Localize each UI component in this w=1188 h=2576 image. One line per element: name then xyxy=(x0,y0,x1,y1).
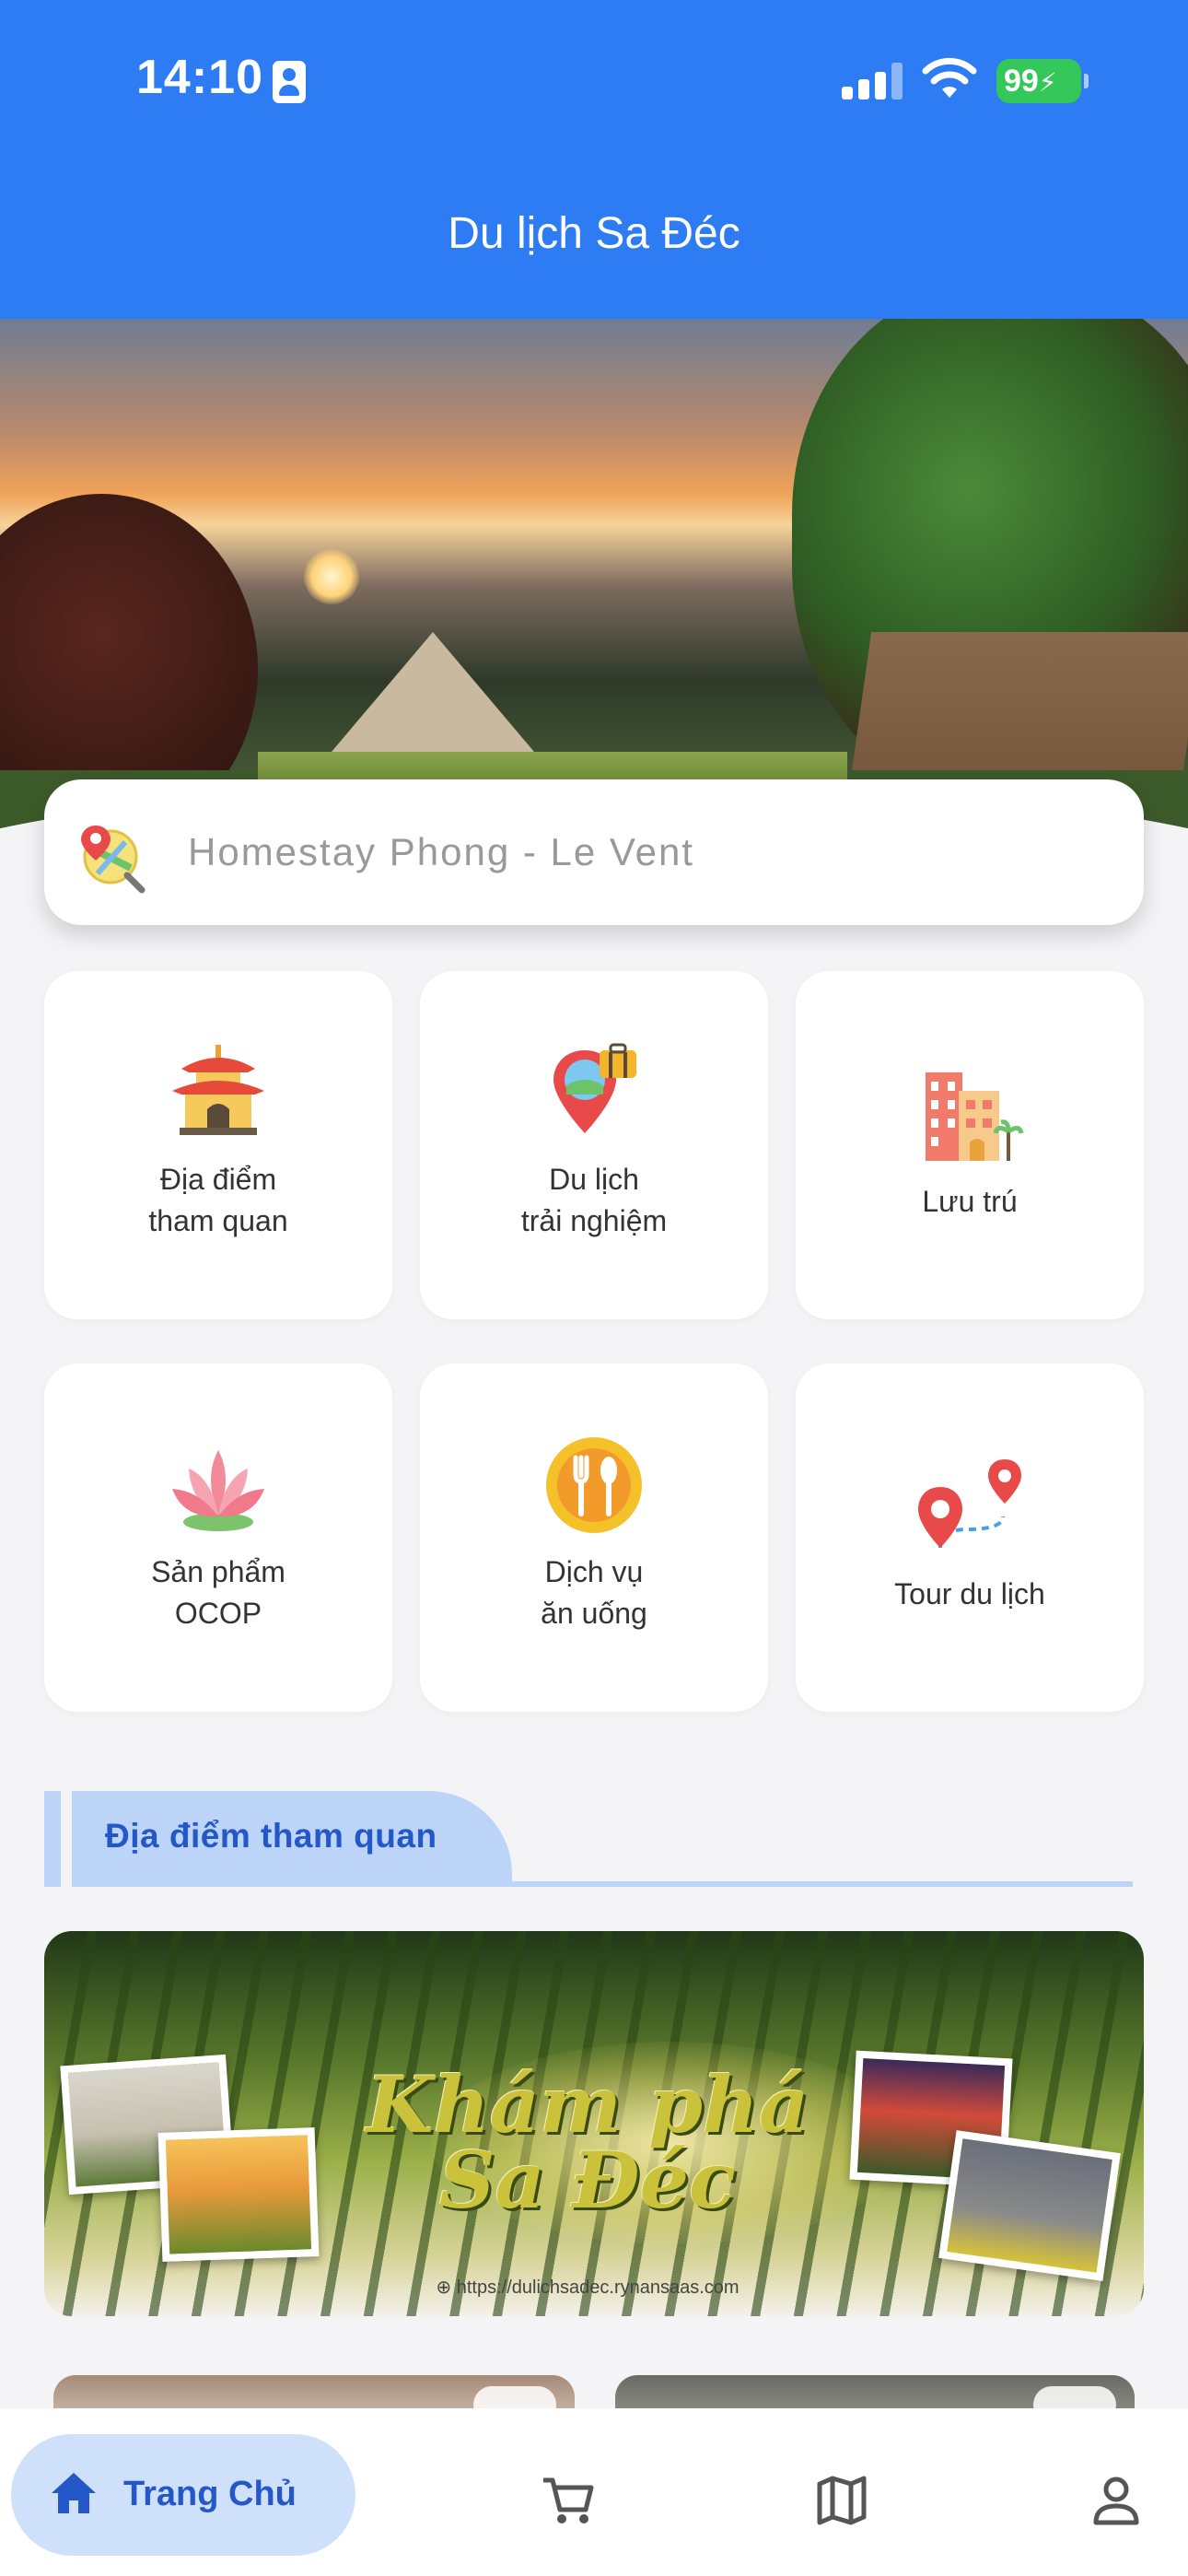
battery-level: 99 xyxy=(1004,64,1039,99)
explore-banner[interactable]: Khám phá Sa Đéc ⊕ https://dulichsadec.ry… xyxy=(44,1931,1144,2316)
category-label: Dịch vụ ăn uống xyxy=(541,1555,647,1630)
page-title: Du lịch Sa Đéc xyxy=(448,209,740,258)
fork-spoon-icon xyxy=(546,1437,642,1533)
section-header: Địa điểm tham quan xyxy=(44,1791,1133,1891)
travel-pin-icon xyxy=(553,1043,636,1133)
category-label: Tour du lịch xyxy=(894,1577,1045,1610)
hotel-icon xyxy=(926,1072,1024,1161)
bottom-nav: Trang Chủ xyxy=(0,2408,1188,2576)
category-label: Du lịch trải nghiệm xyxy=(520,1163,668,1237)
lotus-icon xyxy=(172,1450,264,1531)
category-label: Sản phẩm OCOP xyxy=(151,1555,285,1630)
category-dining[interactable]: Dịch vụ ăn uống xyxy=(420,1364,768,1712)
category-accommodation[interactable]: Lưu trú xyxy=(796,971,1144,1319)
wifi-icon xyxy=(922,57,977,98)
banner-url-text: https://dulichsadec.rynansaas.com xyxy=(456,2277,740,2298)
banner-url: ⊕ https://dulichsadec.rynansaas.com xyxy=(357,2276,818,2299)
battery-icon: 99⚡ xyxy=(996,59,1089,103)
section-title: Địa điểm tham quan xyxy=(105,1817,437,1855)
category-tours[interactable]: Tour du lịch xyxy=(796,1364,1144,1712)
search-bar[interactable] xyxy=(44,779,1144,925)
app-header: 14:10 99⚡ Du lịch Sa Đéc xyxy=(0,0,1188,319)
status-time: 14:10 xyxy=(136,51,263,104)
contact-card-icon xyxy=(273,61,306,103)
nav-home-label: Trang Chủ xyxy=(123,2475,297,2513)
banner-photo xyxy=(157,2127,320,2262)
banner-photo xyxy=(938,2130,1121,2281)
profile-icon[interactable] xyxy=(1089,2473,1144,2528)
map-icon[interactable] xyxy=(814,2473,869,2528)
category-ocop-products[interactable]: Sản phẩm OCOP xyxy=(44,1364,392,1712)
banner-title-line2: Sa Đéc xyxy=(438,2135,737,2226)
category-label: Lưu trú xyxy=(922,1185,1018,1218)
search-input[interactable] xyxy=(188,816,1090,888)
cart-icon[interactable] xyxy=(540,2473,595,2528)
category-experience[interactable]: Du lịch trải nghiệm xyxy=(420,971,768,1319)
place-card[interactable] xyxy=(615,2375,1135,2412)
banner-title: Khám phá Sa Đéc xyxy=(302,2067,873,2219)
place-card[interactable] xyxy=(53,2375,575,2412)
globe-icon: ⊕ xyxy=(436,2277,457,2298)
home-icon xyxy=(52,2473,96,2513)
category-label: Địa điểm tham quan xyxy=(148,1163,288,1237)
route-pins-icon xyxy=(918,1459,1021,1549)
nav-home-button[interactable]: Trang Chủ xyxy=(11,2434,355,2556)
pagoda-icon xyxy=(172,1045,264,1135)
banner-title-line1: Khám phá xyxy=(366,2059,809,2150)
cellular-signal-icon xyxy=(842,61,903,100)
map-search-icon xyxy=(81,825,146,894)
hero-image xyxy=(0,319,1188,835)
category-attractions[interactable]: Địa điểm tham quan xyxy=(44,971,392,1319)
